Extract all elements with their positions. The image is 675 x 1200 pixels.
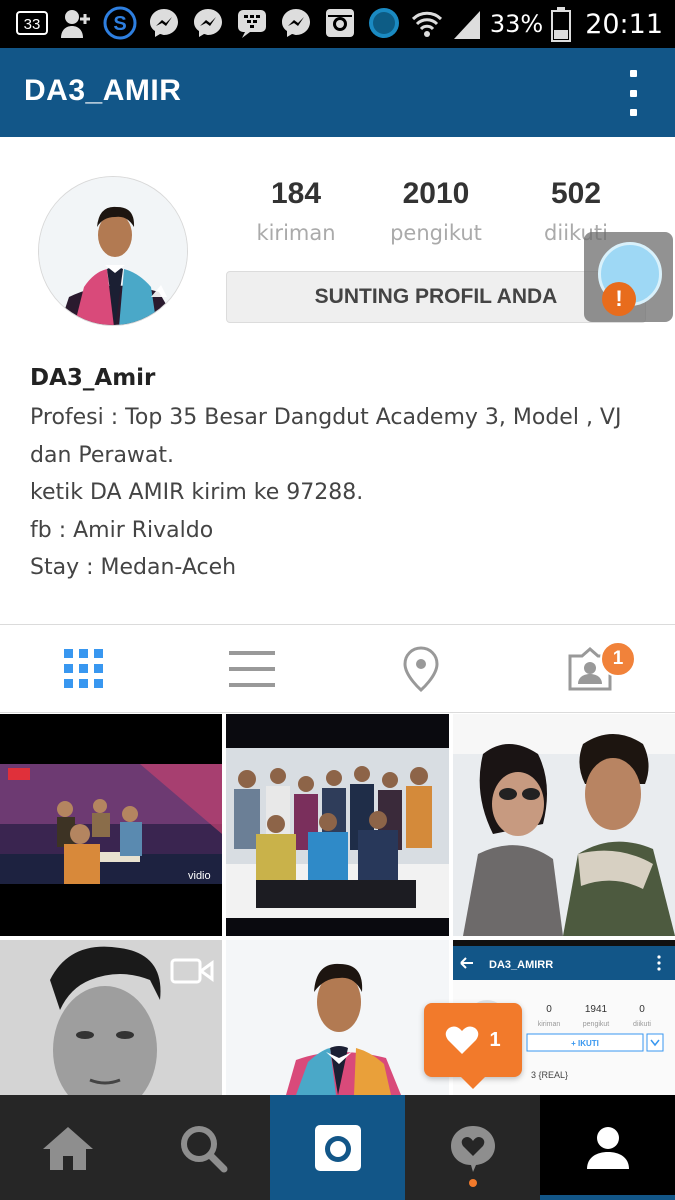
shot-stat-label: pengikut — [583, 1021, 610, 1028]
app-header: DA3_AMIR — [0, 48, 675, 137]
activity-dot — [469, 1179, 477, 1187]
sim-33-icon: 33 — [14, 5, 50, 41]
stat-posts-value: 184 — [270, 177, 322, 210]
grid-view-icon — [64, 649, 103, 688]
more-vert-icon[interactable] — [621, 70, 645, 116]
like-notification-toast[interactable]: 1 — [424, 1003, 522, 1077]
video-camera-icon — [170, 958, 214, 984]
bottom-nav — [0, 1095, 675, 1200]
profile-name: DA3_Amir — [30, 365, 156, 391]
tagged-badge: 1 — [600, 641, 636, 677]
edit-profile-button[interactable]: SUNTING PROFIL ANDA — [226, 271, 646, 323]
post-portrait-floral-jacket[interactable] — [226, 940, 449, 1095]
bio-line: Profesi : Top 35 Besar Dangdut Academy 3… — [30, 405, 622, 430]
messenger-icon — [146, 5, 182, 41]
svg-text:ACA: ACA — [151, 312, 168, 321]
avatar[interactable]: ACA — [38, 176, 188, 326]
messenger-icon — [190, 5, 226, 41]
camera-icon — [314, 1124, 361, 1171]
profile-icon — [586, 1126, 629, 1169]
add-contact-icon — [58, 5, 94, 41]
search-icon — [180, 1125, 227, 1172]
battery-percent: 33% — [489, 10, 544, 38]
profile-header: ACA 184 kiriman 2010 pengikut 502 diikut… — [0, 137, 675, 624]
photo-grid: vidio DA3_AMIRR 0 1941 0 kiriman pengiku… — [0, 714, 675, 1095]
nav-activity[interactable] — [405, 1095, 540, 1200]
notification-count: 33 — [24, 16, 41, 33]
profile-bio: DA3_Amir Profesi : Top 35 Besar Dangdut … — [30, 365, 660, 587]
active-tab-indicator — [540, 1195, 675, 1200]
notification-icons: 33 S — [14, 5, 402, 41]
bio-line: ketik DA AMIR kirim ke 97288. — [30, 480, 364, 505]
shot-follow-button: + IKUTI — [571, 1039, 599, 1048]
assistive-touch-overlay[interactable]: ! — [584, 232, 673, 322]
stat-followers[interactable]: 2010 pengikut — [366, 177, 506, 245]
post-group-photo[interactable] — [226, 714, 449, 936]
tab-location[interactable] — [337, 625, 505, 713]
home-icon — [42, 1126, 93, 1170]
list-view-icon — [229, 651, 275, 687]
stat-following-value: 502 — [550, 177, 602, 210]
signal-icon — [453, 11, 480, 39]
battery-icon — [551, 7, 572, 42]
clock: 20:11 — [585, 8, 663, 40]
bbm-icon — [234, 5, 270, 41]
shot-stat-value: 0 — [546, 1004, 552, 1015]
stat-followers-label: pengikut — [390, 221, 482, 245]
nav-home[interactable] — [0, 1095, 135, 1200]
bio-line: dan Perawat. — [30, 442, 175, 468]
nav-search[interactable] — [135, 1095, 270, 1200]
svg-text:S: S — [113, 13, 126, 35]
toast-pointer — [460, 1076, 486, 1089]
username-title: DA3_AMIR — [24, 74, 182, 107]
tab-list[interactable] — [168, 625, 336, 713]
nav-profile[interactable] — [540, 1095, 675, 1200]
circle-app-icon — [366, 5, 402, 41]
alert-icon: ! — [602, 282, 636, 316]
shot-stat-value: 1941 — [585, 1004, 608, 1015]
profile-stats: 184 kiriman 2010 pengikut 502 diikuti — [226, 177, 646, 257]
s-app-icon: S — [102, 5, 138, 41]
tab-tagged[interactable]: 1 — [506, 625, 674, 713]
stat-posts-label: kiriman — [256, 221, 336, 245]
tab-grid[interactable] — [0, 625, 168, 713]
stat-posts[interactable]: 184 kiriman — [226, 177, 366, 245]
nav-camera[interactable] — [270, 1095, 405, 1200]
tv-logo: vidio — [188, 870, 211, 882]
shot-stat-label: diikuti — [633, 1021, 651, 1028]
heart-icon — [446, 1026, 479, 1054]
activity-icon — [450, 1125, 495, 1172]
bio-line: Stay : Medan-Aceh — [30, 555, 237, 580]
instagram-icon — [322, 5, 358, 41]
profile-view-tabs: 1 — [0, 624, 675, 713]
post-stage-performance[interactable]: vidio — [0, 714, 222, 936]
post-bw-selfie-video[interactable] — [0, 940, 222, 1095]
location-pin-icon — [403, 646, 439, 692]
shot-title: DA3_AMIRR — [489, 959, 553, 971]
wifi-icon — [411, 11, 442, 37]
post-selfie-couple[interactable] — [453, 714, 675, 936]
shot-stat-label: kiriman — [538, 1021, 561, 1028]
stat-followers-value: 2010 — [402, 177, 470, 210]
messenger-icon — [278, 5, 314, 41]
status-bar: 33 S 33% 20:11 — [0, 0, 675, 48]
like-count: 1 — [489, 1028, 501, 1051]
shot-stat-value: 0 — [639, 1004, 645, 1015]
bio-line: fb : Amir Rivaldo — [30, 517, 214, 543]
shot-bio: 3 {REAL} — [531, 1070, 568, 1080]
